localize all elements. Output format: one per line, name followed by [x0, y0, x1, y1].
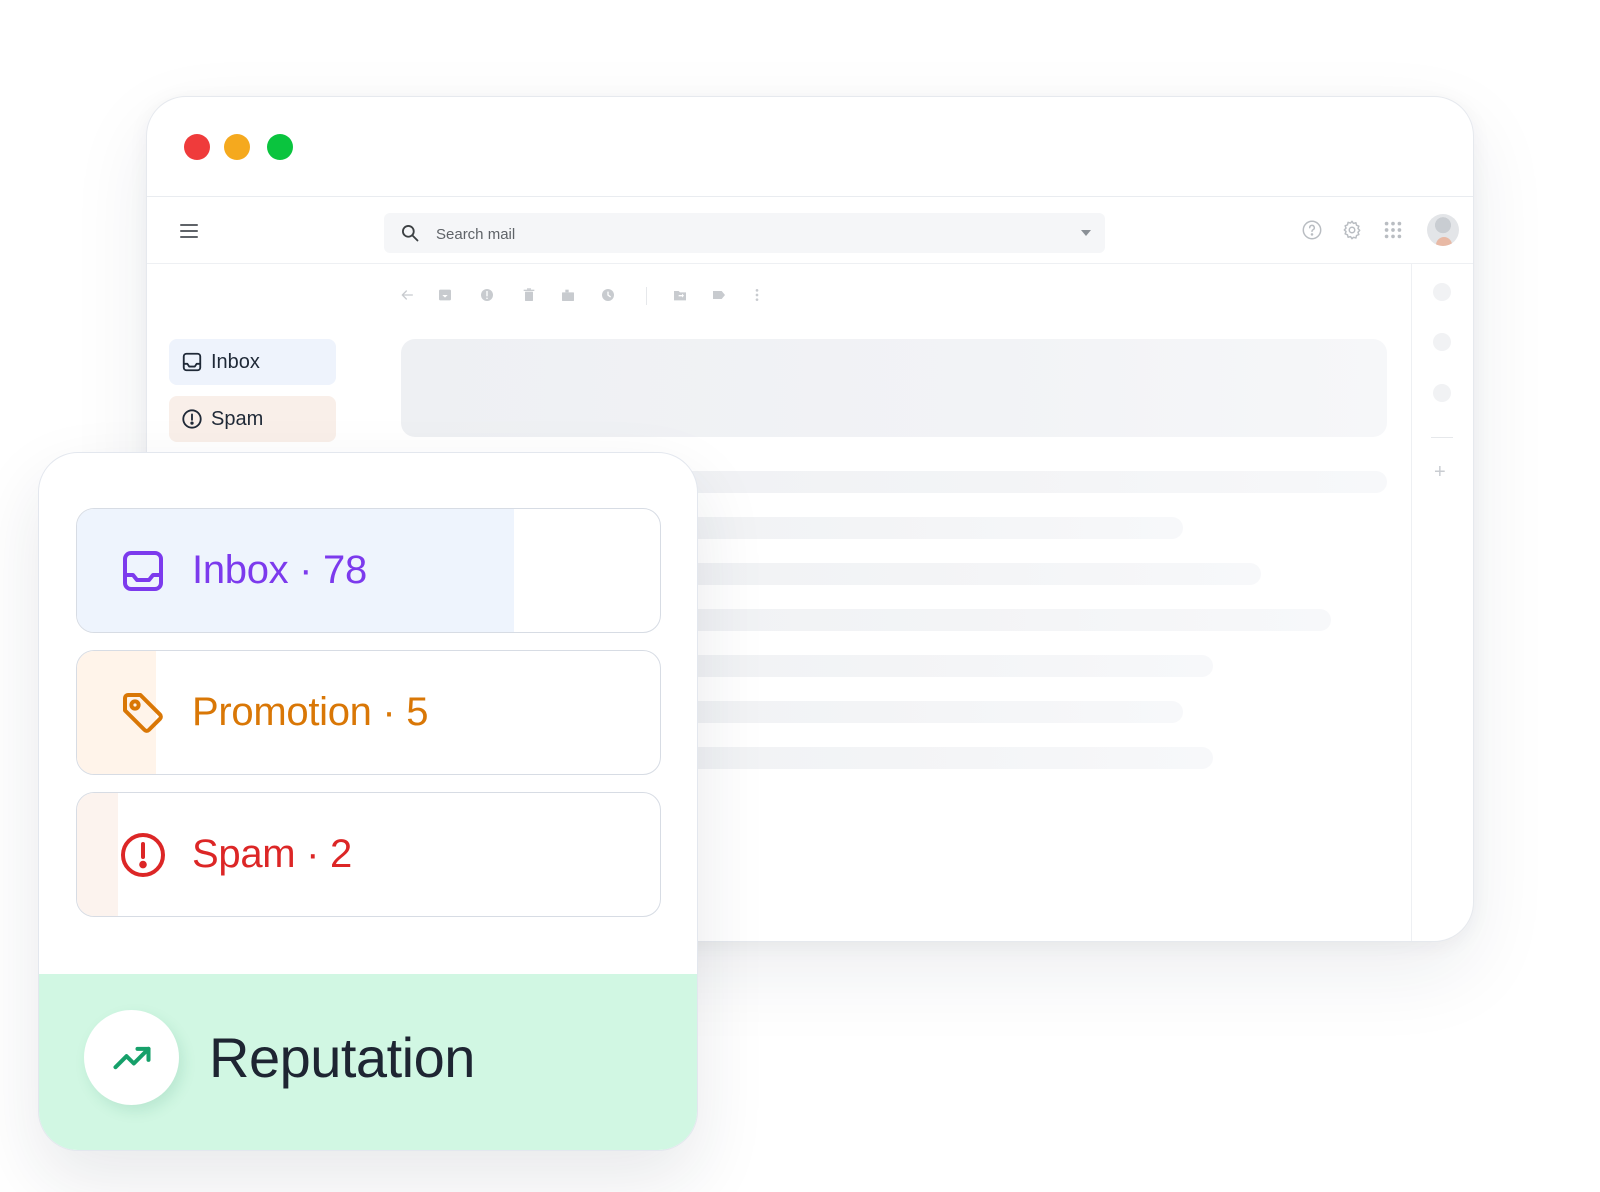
side-panel-app-button[interactable] [1433, 283, 1451, 301]
minimize-window-button[interactable] [224, 134, 250, 160]
avatar[interactable] [1427, 214, 1459, 246]
add-addon-icon[interactable]: + [1434, 462, 1446, 482]
alert-circle-icon [182, 409, 202, 429]
sidebar-item-label: Inbox [211, 350, 260, 373]
maximize-window-button[interactable] [267, 134, 293, 160]
alert-circle-icon [121, 833, 165, 877]
hamburger-icon[interactable] [180, 224, 198, 238]
search-input[interactable] [434, 213, 1038, 255]
app-header [147, 197, 1473, 264]
side-panel-app-button[interactable] [1433, 384, 1451, 402]
snooze-icon[interactable] [600, 287, 616, 303]
sidebar-item-inbox[interactable]: Inbox [169, 339, 336, 385]
apps-grid-icon[interactable] [1382, 219, 1404, 241]
caret-down-icon[interactable] [1081, 230, 1091, 236]
move-to-icon[interactable] [672, 287, 688, 303]
category-label: Inbox · 78 [192, 548, 367, 592]
search-bar[interactable] [384, 213, 1105, 255]
sidebar-item-spam[interactable]: Spam [169, 396, 336, 442]
category-label: Spam · 2 [192, 832, 352, 876]
close-window-button[interactable] [184, 134, 210, 160]
more-vert-icon[interactable] [749, 287, 765, 303]
category-fill-bar [77, 793, 118, 916]
category-label: Promotion · 5 [192, 690, 429, 734]
category-inbox[interactable]: Inbox · 78 [76, 508, 661, 633]
inbox-icon [123, 551, 163, 591]
label-icon[interactable] [711, 287, 727, 303]
reputation-banner[interactable]: Reputation [39, 974, 697, 1150]
message-preview-placeholder [401, 339, 1387, 437]
side-panel-divider [1411, 264, 1412, 941]
category-promotion[interactable]: Promotion · 5 [76, 650, 661, 775]
search-icon [402, 225, 419, 242]
settings-icon[interactable] [1341, 219, 1363, 241]
sidebar-item-label: Spam [211, 407, 264, 430]
reputation-label: Reputation [209, 1026, 475, 1089]
delete-icon[interactable] [521, 287, 537, 303]
trending-up-icon [112, 1046, 151, 1069]
reputation-icon-badge [84, 1010, 179, 1105]
report-spam-icon[interactable] [479, 287, 495, 303]
back-arrow-icon[interactable] [399, 287, 415, 303]
side-panel-app-button[interactable] [1433, 333, 1451, 351]
tag-icon [123, 693, 163, 733]
help-icon[interactable] [1301, 219, 1323, 241]
inbox-icon [182, 352, 202, 372]
toolbar-divider [646, 287, 647, 305]
category-spam[interactable]: Spam · 2 [76, 792, 661, 917]
mark-unread-icon[interactable] [560, 287, 576, 303]
window-titlebar [147, 97, 1473, 197]
archive-icon[interactable] [437, 287, 453, 303]
inbox-placement-card: Inbox · 78 Promotion · 5 Spam · 2 Reputa… [38, 452, 698, 1151]
side-panel-separator [1431, 437, 1453, 438]
